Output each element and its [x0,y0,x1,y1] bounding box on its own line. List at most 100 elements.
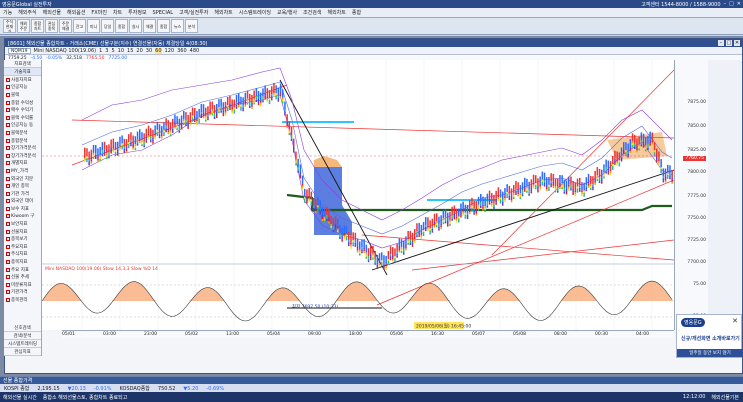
sidebar-bottom-tab[interactable]: 시스템트레이딩 [4,340,41,348]
candle [458,208,460,217]
toolbar-button[interactable]: 관심 종목 [45,19,58,33]
toolbar-button[interactable]: 실시 [129,19,142,33]
indicator-item[interactable]: 블랙 [4,91,41,99]
interval-button[interactable]: 60 [155,47,162,54]
maximize-icon[interactable]: □ [726,40,732,46]
promo-popup[interactable]: 영웅문G ✕ 신규/개선화면 소개바로가기 일주일 동안 보지 않기 [676,314,743,358]
indicator-item[interactable]: 종목관리 [4,296,41,304]
sidebar-tab[interactable]: 지표검색 [4,60,41,68]
indicator-item[interactable]: 종목보기 [4,235,41,243]
indicator-item[interactable]: 인공지능 [4,84,41,92]
sidebar-bottom-tab[interactable]: 신호검색 [4,324,41,332]
symbol-input[interactable]: NQM19 [8,47,31,54]
toolbar-button[interactable]: 분석 [185,19,198,33]
indicator-item[interactable]: 미분류지표 [4,281,41,289]
menu-item[interactable]: 교육/행사 [277,9,297,16]
candle [299,164,302,173]
indicator-item[interactable]: 외국인 데이 [4,198,41,206]
toolbar-button[interactable]: 주식 현재가 [3,19,16,33]
indicator-item[interactable]: 외국인 지분 [4,175,41,183]
menu-item[interactable]: FX마진 [91,9,107,16]
interval-button[interactable]: 20 [136,48,142,54]
interval-button[interactable]: 10 [118,48,124,54]
menu-item[interactable]: 해외차트 [214,9,232,16]
candle [163,122,165,131]
minimize-icon[interactable]: – [718,40,724,46]
toolbar-button[interactable]: 당일 [101,19,114,33]
indicator-item[interactable]: 선물 추세 [4,273,41,281]
toolbar-button[interactable]: 종합 [115,19,128,33]
interval-button[interactable]: 15 [127,48,133,54]
menu-item[interactable]: 고객/실전투자 [179,9,208,16]
indicator-item[interactable]: 선물지표 [4,228,41,236]
indicator-item[interactable]: 인공지능 동 [4,122,41,130]
indicator-item[interactable]: 보수 지표 [4,205,41,213]
candle [295,151,297,160]
indicator-item[interactable]: 주요 지표 [4,266,41,274]
candle [312,197,315,206]
menu-item[interactable]: 종합 [352,9,361,16]
menu-item[interactable]: SPECIAL [153,10,174,16]
interval-button[interactable]: 5 [111,48,114,54]
price-chart[interactable]: 최저 7697.50 (10:33) Mini NASDAQ 100(19.06… [42,60,674,330]
candle [557,178,559,187]
indicator-item[interactable]: 개인 종목 [4,182,41,190]
menu-item[interactable]: 투자정보 [128,9,146,16]
toolbar-button[interactable]: 뉴스 [171,19,184,33]
toolbar-button[interactable]: 종합 차트 [31,19,44,33]
indicator-item[interactable]: 종합 수익성 [4,99,41,107]
indicator-item[interactable]: 주요지표 [4,243,41,251]
ma-ribbon-segment [462,209,464,212]
ma-ribbon-segment [378,265,381,268]
close-icon[interactable]: ✕ [737,1,741,7]
menu-item[interactable]: 해외옵션 [67,9,85,16]
toolbar-button[interactable]: 종합 [157,19,170,33]
toolbar-button[interactable]: 잔고 [73,19,86,33]
close-icon[interactable]: ✕ [734,40,740,46]
promo-dismiss[interactable]: 일주일 동안 보지 않기 [677,349,743,357]
menu-item[interactable]: 기능 [3,9,12,16]
sidebar-tab[interactable]: 기술지표 [4,68,41,76]
toolbar-button[interactable]: 체결 [143,19,156,33]
indicator-item[interactable]: 기관 가격 [4,190,41,198]
indicator-item[interactable]: 종목지표 [4,258,41,266]
menu-item[interactable]: 조건검색 [303,9,321,16]
interval-button[interactable]: 480 [190,48,200,54]
indicator-item[interactable]: 개별지표 [4,160,41,168]
close-icon[interactable]: ✕ [732,317,738,325]
menu-item[interactable]: 해외차트 [327,9,345,16]
indicator-item[interactable]: 사용자지표 [4,76,41,84]
ma-ribbon-segment [200,116,203,118]
candle [264,85,266,94]
indicator-item[interactable]: 주식지표 [4,251,41,259]
candle [433,213,436,222]
toolbar-button[interactable]: 미니 [87,19,100,33]
indicator-item[interactable]: 기관가격 [4,289,41,297]
menu-item[interactable]: 차트 [113,9,122,16]
sidebar-bottom-tab[interactable]: 검색/분석 [4,332,41,340]
interval-button[interactable]: 360 [177,48,187,54]
menu-item[interactable]: 해외주식 [18,9,36,16]
interval-button[interactable]: 30 [146,48,152,54]
menu-item[interactable]: 시스템트레이딩 [239,9,271,16]
indicator-item[interactable]: 블랙분석 [4,129,41,137]
interval-button[interactable]: 3 [105,48,108,54]
toolbar-button[interactable]: 해외 주문 [17,19,30,33]
interval-button[interactable]: 1 [99,48,102,54]
minimize-icon[interactable]: – [724,1,727,7]
ma-ribbon-segment [572,188,574,191]
promo-link[interactable]: 신규/개선화면 소개바로가기 [681,335,740,342]
indicator-item[interactable]: 장기가격분석 [4,144,41,152]
interval-button[interactable]: 120 [165,48,175,54]
indicator-item[interactable]: 블랙 수익률 [4,114,41,122]
indicator-item[interactable]: 매수 수익기 [4,106,41,114]
toolbar-button[interactable]: 주문 체결 [59,19,72,33]
indicator-item[interactable]: 종합분석 [4,137,41,145]
menu-item[interactable]: 해외선물 [43,9,61,16]
maximize-icon[interactable]: □ [729,1,734,7]
indicator-item[interactable]: 장기가격분석 [4,152,41,160]
indicator-item[interactable]: 보안지표 [4,220,41,228]
indicator-item[interactable]: MY_가격 [4,167,41,175]
sidebar-bottom-tab[interactable]: 관심지표 [4,348,41,356]
indicator-item[interactable]: Kiwoom 구 [4,213,41,221]
